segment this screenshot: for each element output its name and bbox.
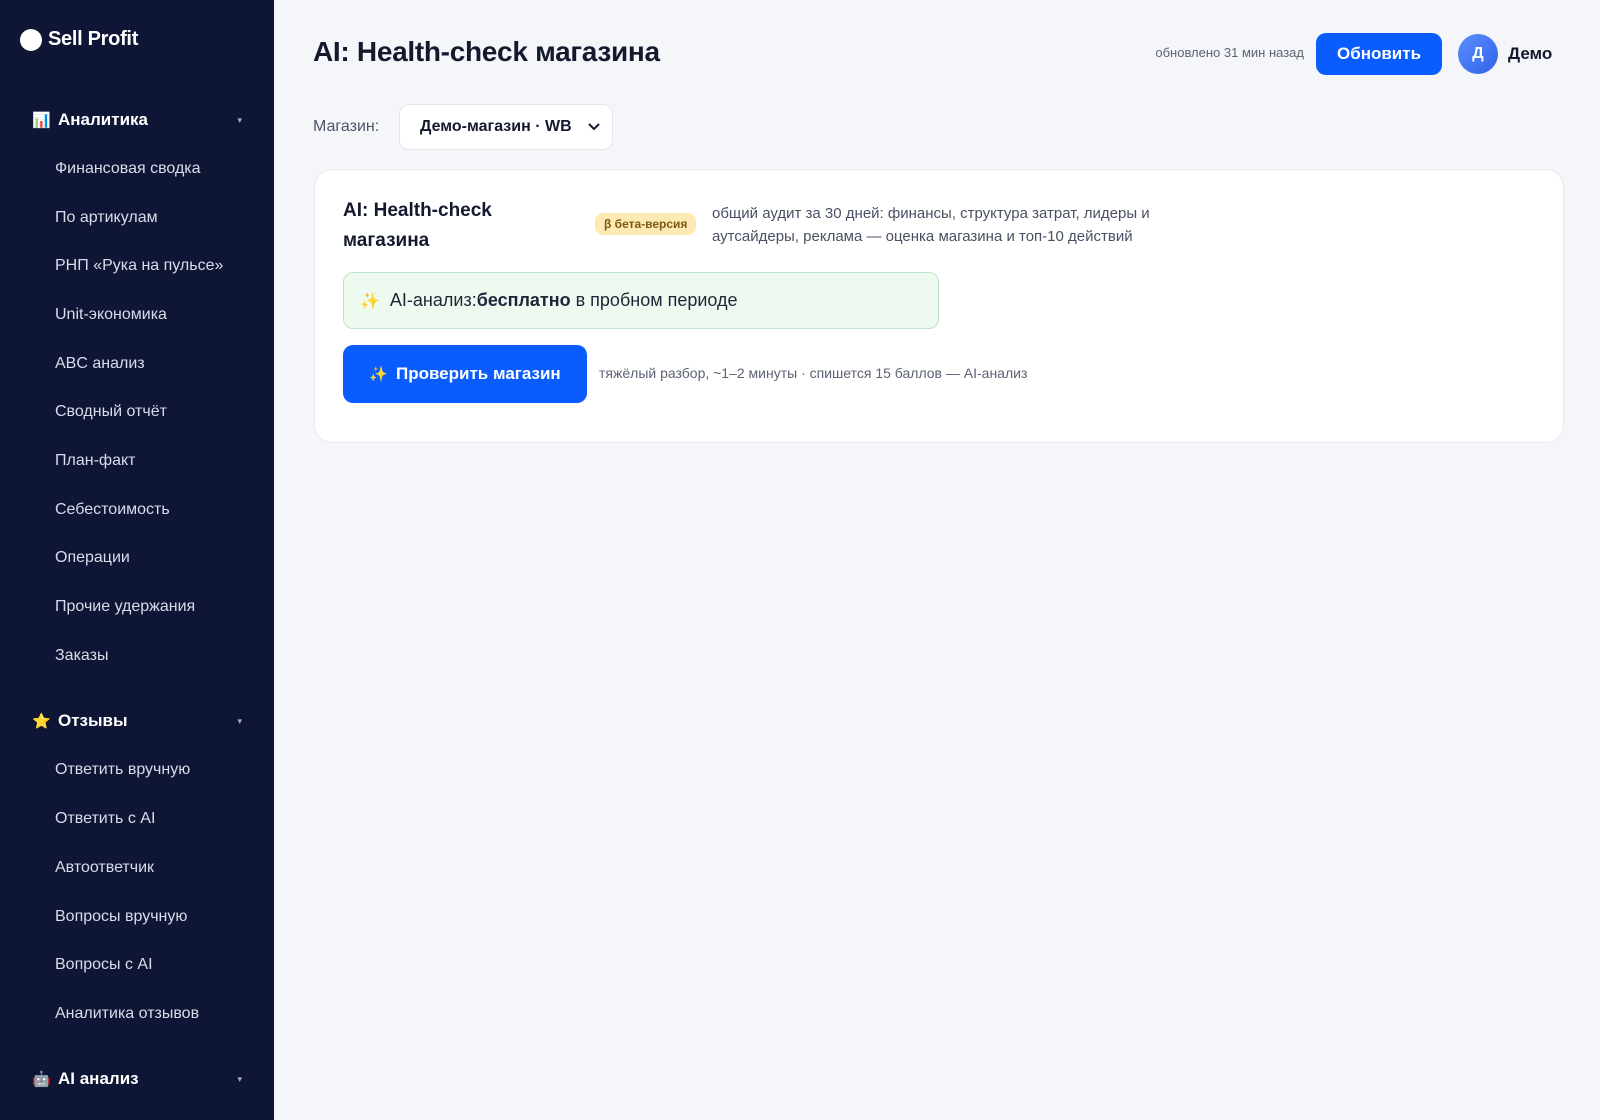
sidebar-item-questions-ai[interactable]: Вопросы с AI — [55, 950, 153, 980]
chevron-down-icon — [588, 120, 600, 134]
sidebar-group-ai-analysis[interactable]: 🤖 AI анализ ▾ — [0, 1059, 274, 1099]
beta-badge: β бета-версия — [595, 213, 697, 235]
sidebar-item-reply-manually[interactable]: Ответить вручную — [55, 755, 190, 785]
logo-text: Sell Profit — [48, 28, 139, 50]
check-store-label: Проверить магазин — [395, 364, 561, 383]
sidebar-item-abc-analysis[interactable]: ABC анализ — [55, 349, 145, 379]
sidebar-group-label: Отзывы — [58, 711, 128, 730]
logo[interactable]: Sell Profit — [20, 28, 138, 51]
trial-free-text: бесплатно — [476, 290, 571, 310]
refresh-button[interactable]: Обновить — [1316, 33, 1442, 75]
card-title: AI: Health-check магазина — [343, 200, 492, 251]
avatar[interactable]: Д — [1458, 34, 1498, 74]
health-check-card: AI: Health-check магазина β бета-версия … — [314, 169, 1564, 443]
chart-icon: 📊 — [32, 112, 51, 129]
store-select[interactable]: Демо-магазин · WB — [399, 104, 613, 150]
trial-suffix: в пробном периоде — [570, 290, 738, 310]
sidebar-item-plan-fact[interactable]: План-факт — [55, 446, 135, 476]
check-cost-note: тяжёлый разбор, ~1–2 минуты · спишется 1… — [599, 365, 1028, 381]
sidebar-item-unit-economics[interactable]: Unit-экономика — [55, 300, 167, 330]
sidebar-group-label: Аналитика — [58, 110, 148, 129]
card-description: общий аудит за 30 дней: финансы, структу… — [712, 205, 1150, 245]
sidebar-group-label: AI анализ — [58, 1069, 139, 1088]
sidebar-item-reviews-analytics[interactable]: Аналитика отзывов — [55, 999, 199, 1029]
sidebar-group-reviews[interactable]: ⭐ Отзывы ▾ — [0, 701, 274, 741]
sidebar-item-financial-summary[interactable]: Финансовая сводка — [55, 154, 201, 184]
sidebar-item-other-deductions[interactable]: Прочие удержания — [55, 592, 195, 622]
page-title: AI: Health-check магазина — [313, 36, 660, 67]
logo-icon — [20, 28, 42, 51]
store-select-value: Демо-магазин · WB — [420, 118, 572, 135]
user-name[interactable]: Демо — [1508, 44, 1552, 64]
sidebar-item-questions-manually[interactable]: Вопросы вручную — [55, 902, 187, 932]
sparkles-icon: ✨ — [360, 292, 380, 310]
sidebar-item-rnp[interactable]: РНП «Рука на пульсе» — [55, 251, 223, 281]
trial-notice: ✨ AI-анализ: бесплатно в пробном периоде — [343, 272, 939, 329]
sidebar-item-by-sku[interactable]: По артикулам — [55, 203, 158, 233]
sidebar-item-reply-ai[interactable]: Ответить с AI — [55, 804, 155, 834]
sidebar-item-cost-price[interactable]: Себестоимость — [55, 495, 170, 525]
check-store-button[interactable]: ✨ Проверить магазин — [343, 345, 587, 403]
chevron-down-icon: ▾ — [237, 715, 242, 726]
sidebar-item-orders[interactable]: Заказы — [55, 641, 108, 671]
updated-timestamp: обновлено 31 мин назад — [1155, 45, 1304, 60]
chevron-down-icon: ▾ — [237, 1073, 242, 1084]
trial-prefix: AI-анализ: — [389, 290, 477, 310]
sparkles-icon: ✨ — [369, 366, 388, 383]
store-label: Магазин: — [313, 118, 380, 135]
sidebar: Sell Profit 📊 Аналитика ▾ Финансовая сво… — [0, 0, 274, 1120]
sidebar-group-analytics[interactable]: 📊 Аналитика ▾ — [0, 100, 274, 140]
robot-icon: 🤖 — [32, 1071, 51, 1088]
sidebar-item-operations[interactable]: Операции — [55, 543, 130, 573]
star-icon: ⭐ — [32, 713, 51, 730]
chevron-down-icon: ▾ — [237, 114, 242, 125]
sidebar-item-autoresponder[interactable]: Автоответчик — [55, 853, 154, 883]
sidebar-item-summary-report[interactable]: Сводный отчёт — [55, 397, 167, 427]
